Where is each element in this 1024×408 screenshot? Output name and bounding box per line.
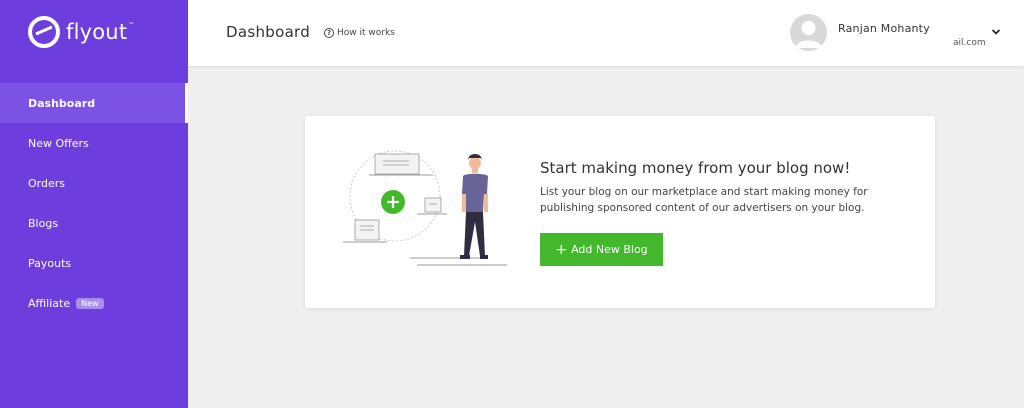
user-email: ail.com: [953, 38, 986, 48]
brand-name: flyout™: [66, 20, 135, 44]
user-name: Ranjan Mohanty: [838, 22, 930, 35]
question-icon: ?: [324, 28, 334, 38]
card-title: Start making money from your blog now!: [540, 159, 851, 177]
chevron-down-icon[interactable]: [991, 27, 1001, 37]
sidebar-item-label: Blogs: [28, 216, 59, 230]
top-header: Dashboard ? How it works Ranjan Mohanty …: [188, 0, 1024, 66]
how-it-works-label: How it works: [337, 28, 395, 38]
add-new-blog-label: Add New Blog: [571, 243, 648, 256]
sidebar-item-label: New Offers: [28, 136, 89, 150]
sidebar-item-new-offers[interactable]: New Offers: [0, 123, 188, 163]
sidebar-item-label: Payouts: [28, 256, 72, 270]
sidebar-item-blogs[interactable]: Blogs: [0, 203, 188, 243]
avatar[interactable]: [790, 14, 827, 51]
plus-icon: +: [555, 241, 568, 258]
sidebar-item-dashboard[interactable]: Dashboard: [0, 83, 188, 123]
sidebar-item-label: Affiliate: [28, 296, 71, 310]
sidebar: flyout™ Dashboard New Offers Orders Blog…: [0, 0, 188, 408]
flyout-logo-icon: [28, 16, 60, 48]
how-it-works-link[interactable]: ? How it works: [324, 28, 395, 38]
add-new-blog-button[interactable]: + Add New Blog: [540, 233, 663, 266]
sidebar-item-orders[interactable]: Orders: [0, 163, 188, 203]
logo[interactable]: flyout™: [28, 16, 134, 48]
sidebar-item-affiliate[interactable]: Affiliate New: [0, 283, 188, 323]
new-badge: New: [76, 297, 104, 309]
sidebar-nav: Dashboard New Offers Orders Blogs Payout…: [0, 83, 188, 323]
sidebar-item-label: Orders: [28, 176, 65, 190]
blogger-illustration: [343, 150, 507, 266]
sidebar-item-payouts[interactable]: Payouts: [0, 243, 188, 283]
add-blog-card: Start making money from your blog now! L…: [305, 116, 935, 308]
page-title: Dashboard: [226, 23, 311, 41]
card-description: List your blog on our marketplace and st…: [540, 186, 868, 214]
sidebar-item-label: Dashboard: [28, 96, 96, 110]
user-icon: [795, 21, 822, 48]
